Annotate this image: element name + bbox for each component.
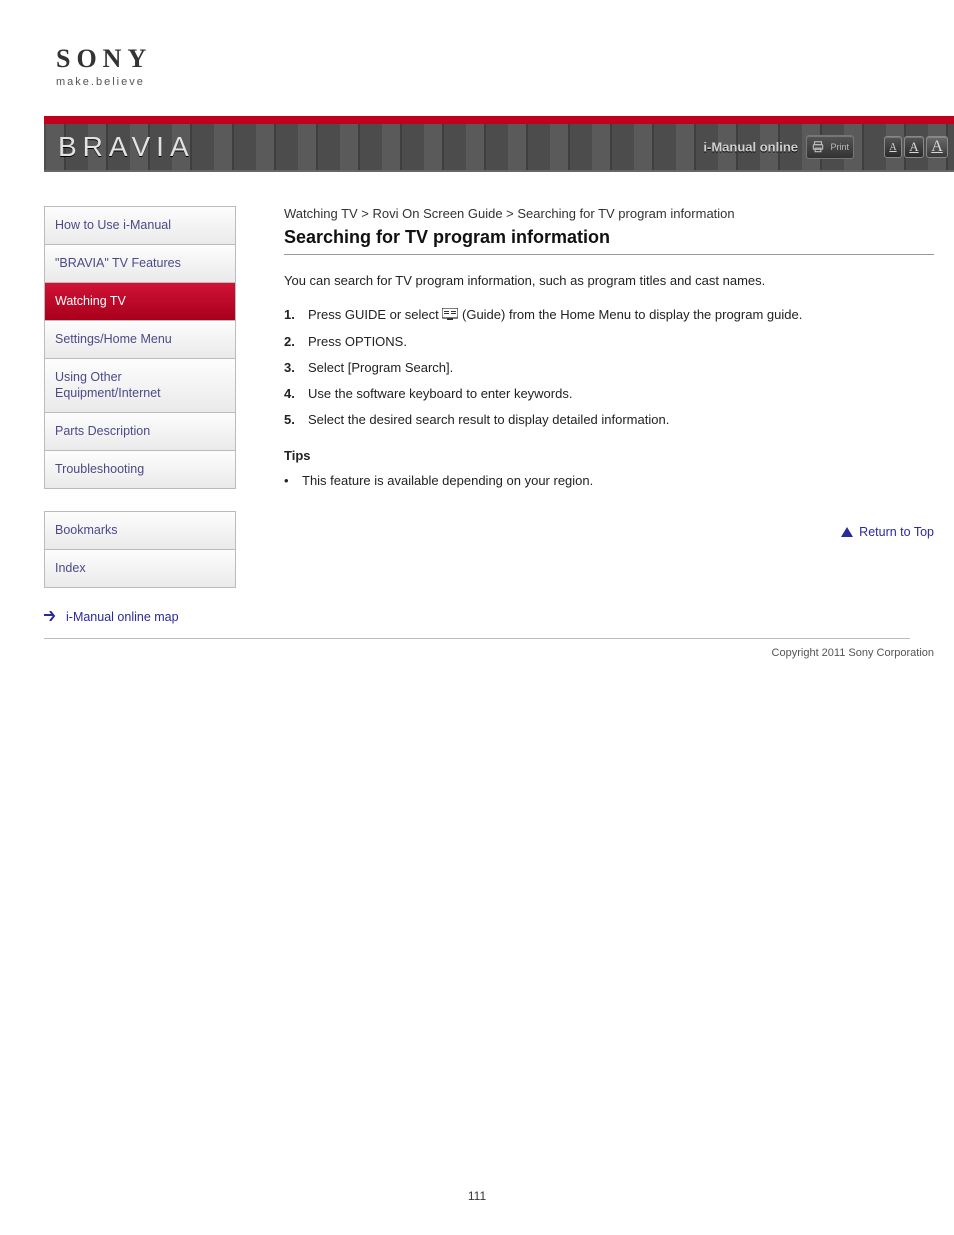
nav-item-index[interactable]: Index bbox=[45, 549, 235, 587]
banner-accent-bar bbox=[44, 116, 954, 124]
product-name: BRAVIA bbox=[58, 131, 195, 163]
return-to-top-label: Return to Top bbox=[859, 525, 934, 539]
guide-title: i-Manual online bbox=[703, 140, 798, 155]
fontsize-controls: A A A bbox=[884, 136, 948, 158]
nav-item-bookmarks[interactable]: Bookmarks bbox=[45, 512, 235, 549]
content-area: Watching TV > Rovi On Screen Guide > Sea… bbox=[236, 206, 954, 624]
header-logo: SONY make.believe bbox=[0, 0, 954, 88]
print-label: Print bbox=[830, 142, 849, 152]
steps-list: 1. Press GUIDE or select (Guide) from th… bbox=[284, 305, 934, 430]
brand-word: SONY bbox=[56, 44, 954, 74]
nav-item-how-to-use[interactable]: How to Use i-Manual bbox=[45, 207, 235, 244]
copyright: Copyright 2011 Sony Corporation bbox=[44, 647, 954, 659]
banner-body: BRAVIA i-Manual online Print A A A bbox=[44, 124, 954, 172]
arrow-up-icon bbox=[841, 527, 853, 537]
banner: BRAVIA i-Manual online Print A A A bbox=[0, 116, 954, 172]
fontsize-large-button[interactable]: A bbox=[926, 136, 948, 158]
nav-item-settings[interactable]: Settings/Home Menu bbox=[45, 320, 235, 358]
tv-guide-icon bbox=[442, 306, 458, 326]
arrow-right-icon bbox=[44, 610, 58, 624]
step-2: 2. Press OPTIONS. bbox=[284, 332, 934, 352]
breadcrumb: Watching TV > Rovi On Screen Guide > Sea… bbox=[284, 206, 934, 221]
nav-item-watching-tv[interactable]: Watching TV bbox=[45, 282, 235, 320]
imanual-map-label: i-Manual online map bbox=[66, 610, 179, 624]
sidebar: How to Use i-Manual "BRAVIA" TV Features… bbox=[44, 206, 236, 624]
nav-item-parts[interactable]: Parts Description bbox=[45, 412, 235, 450]
nav-list-main: How to Use i-Manual "BRAVIA" TV Features… bbox=[44, 206, 236, 489]
fontsize-medium-button[interactable]: A bbox=[904, 136, 924, 158]
step-4: 4. Use the software keyboard to enter ke… bbox=[284, 384, 934, 404]
bullet-icon: • bbox=[284, 471, 294, 491]
footer-divider bbox=[44, 638, 910, 639]
tip-1: • This feature is available depending on… bbox=[284, 471, 934, 491]
print-icon bbox=[811, 140, 825, 154]
imanual-map-link[interactable]: i-Manual online map bbox=[44, 610, 236, 624]
nav-list-secondary: Bookmarks Index bbox=[44, 511, 236, 588]
brand-tagline: make.believe bbox=[56, 76, 954, 88]
nav-item-troubleshooting[interactable]: Troubleshooting bbox=[45, 450, 235, 488]
fontsize-small-button[interactable]: A bbox=[884, 136, 902, 158]
return-to-top-link[interactable]: Return to Top bbox=[284, 525, 934, 539]
nav-item-features[interactable]: "BRAVIA" TV Features bbox=[45, 244, 235, 282]
page-title: Searching for TV program information bbox=[284, 227, 934, 255]
step-5: 5. Select the desired search result to d… bbox=[284, 410, 934, 430]
intro-paragraph: You can search for TV program informatio… bbox=[284, 271, 934, 291]
step-1: 1. Press GUIDE or select (Guide) from th… bbox=[284, 305, 934, 326]
tips-list: • This feature is available depending on… bbox=[284, 471, 934, 491]
print-button[interactable]: Print bbox=[806, 135, 854, 159]
step-3: 3. Select [Program Search]. bbox=[284, 358, 934, 378]
tips-heading: Tips bbox=[284, 448, 934, 463]
nav-item-other-equipment[interactable]: Using Other Equipment/Internet bbox=[45, 358, 235, 413]
page-number: 111 bbox=[0, 1189, 954, 1203]
